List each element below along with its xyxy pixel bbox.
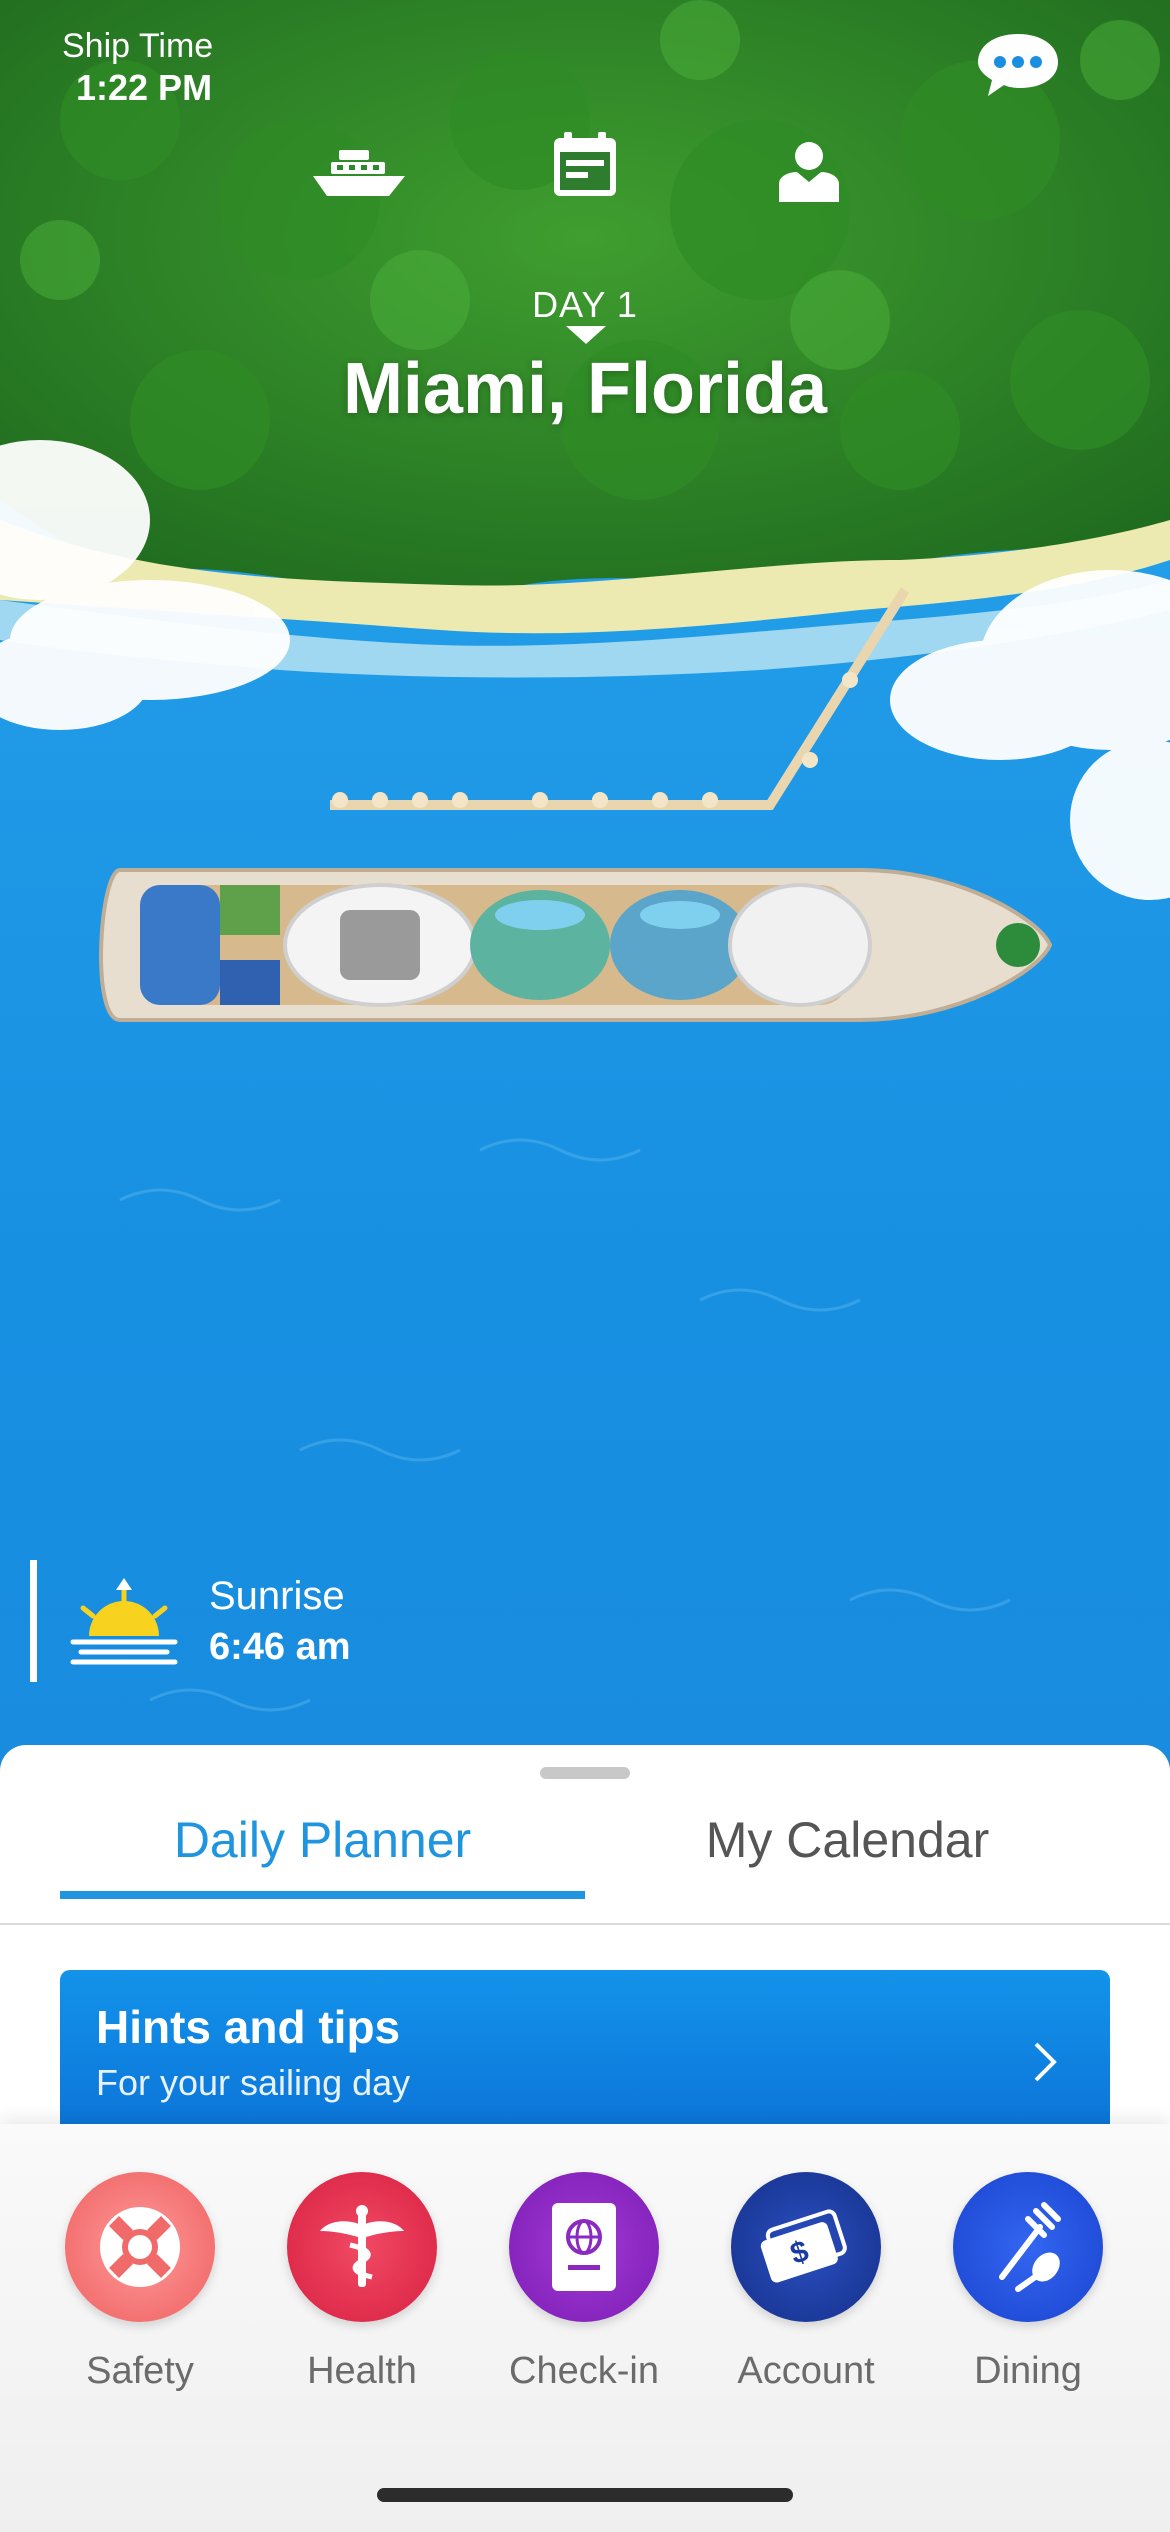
dock-label-dining: Dining	[974, 2350, 1082, 2392]
dock-label-safety: Safety	[86, 2350, 194, 2392]
dock-check-in[interactable]: Check-in	[484, 2172, 684, 2393]
hints-subtitle: For your sailing day	[96, 2062, 411, 2103]
lifebuoy-icon[interactable]	[65, 2172, 215, 2322]
caduceus-icon[interactable]	[287, 2172, 437, 2322]
hints-title: Hints and tips	[96, 2001, 401, 2053]
tab-my-calendar[interactable]: My Calendar	[585, 1785, 1110, 1895]
sunrise-info: Sunrise 6:46 am	[30, 1560, 351, 1682]
calendar-icon[interactable]	[530, 130, 640, 230]
home-indicator[interactable]	[377, 2488, 793, 2502]
quick-actions-dock: Safety Health Check-in $ Account Dining	[0, 2124, 1170, 2532]
tabs-divider	[0, 1923, 1170, 1925]
day-label: DAY 1	[532, 284, 638, 325]
planner-tabs: Daily Planner My Calendar	[0, 1785, 1170, 1899]
active-tab-arrow	[566, 326, 606, 344]
dock-label-check-in: Check-in	[509, 2350, 659, 2392]
sunrise-label: Sunrise	[209, 1574, 345, 1618]
dock-label-health: Health	[307, 2350, 417, 2392]
tab-active-underline	[60, 1891, 585, 1899]
cruise-ship	[99, 868, 1053, 1022]
dock-label-account: Account	[737, 2350, 875, 2392]
sunrise-icon	[70, 1578, 178, 1665]
cash-icon[interactable]: $	[731, 2172, 881, 2322]
passport-icon[interactable]	[509, 2172, 659, 2322]
dock-health[interactable]: Health	[262, 2172, 462, 2393]
top-navigation	[0, 90, 1170, 344]
port-title: Miami, Florida	[342, 349, 828, 429]
ship-time-label: Ship Time	[62, 27, 214, 65]
dock-dining[interactable]: Dining	[928, 2172, 1128, 2393]
sunrise-divider	[30, 1560, 37, 1682]
chevron-right-icon	[1034, 2042, 1057, 2082]
tab-daily-planner[interactable]: Daily Planner	[60, 1785, 585, 1895]
sheet-grab-handle[interactable]	[540, 1767, 630, 1779]
dock-safety[interactable]: Safety	[40, 2172, 240, 2393]
sunrise-time: 6:46 am	[209, 1626, 351, 1668]
ship-icon[interactable]	[304, 140, 414, 240]
fork-spoon-icon[interactable]	[953, 2172, 1103, 2322]
dock-account[interactable]: $ Account	[706, 2172, 906, 2393]
profile-icon[interactable]	[754, 138, 864, 238]
hints-card[interactable]: Hints and tips For your sailing day	[60, 1970, 1110, 2140]
